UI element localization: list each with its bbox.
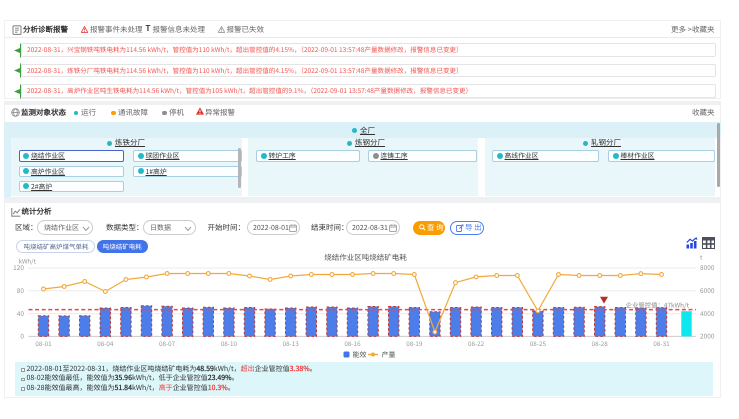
- svg-text:企业管控值：47kWh/t: 企业管控值：47kWh/t: [626, 301, 690, 310]
- svg-text:08-10: 08-10: [221, 339, 238, 348]
- svg-text:t: t: [700, 253, 703, 262]
- svg-text:08-19: 08-19: [406, 339, 423, 348]
- svg-text:产量: 产量: [382, 350, 396, 360]
- svg-text:2000: 2000: [700, 331, 715, 341]
- svg-text:kWh/t: kWh/t: [19, 257, 37, 266]
- svg-text:40: 40: [17, 308, 25, 318]
- svg-text:4000: 4000: [700, 308, 715, 318]
- svg-text:08-28: 08-28: [592, 339, 609, 348]
- svg-text:08-07: 08-07: [159, 339, 176, 348]
- svg-text:烧结作业区吨烧结矿电耗: 烧结作业区吨烧结矿电耗: [324, 252, 407, 263]
- svg-text:08-13: 08-13: [283, 339, 300, 348]
- svg-text:能效: 能效: [353, 350, 367, 360]
- svg-text:6000: 6000: [700, 285, 715, 295]
- svg-text:8000: 8000: [700, 262, 715, 272]
- svg-text:08-16: 08-16: [344, 339, 361, 348]
- svg-text:08-22: 08-22: [468, 339, 485, 348]
- svg-text:08-25: 08-25: [530, 339, 547, 348]
- svg-text:08-01: 08-01: [35, 339, 52, 348]
- svg-text:08-31: 08-31: [653, 339, 670, 348]
- svg-text:80: 80: [17, 285, 25, 295]
- svg-text:0: 0: [20, 331, 24, 341]
- svg-text:08-04: 08-04: [97, 339, 114, 348]
